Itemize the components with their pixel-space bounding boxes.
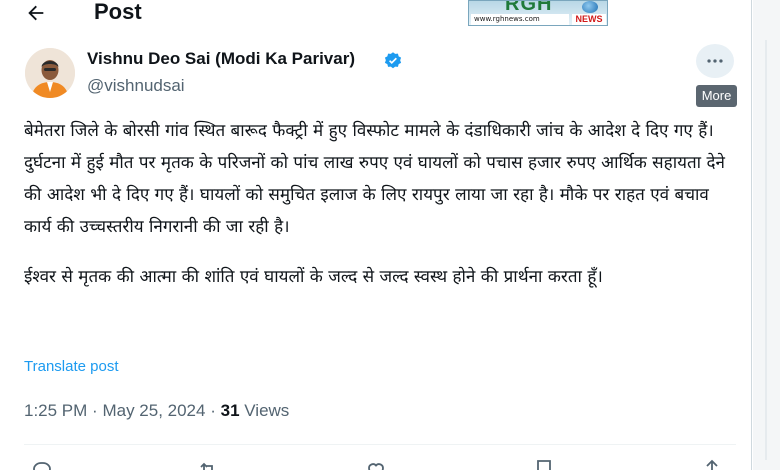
watermark-url: www.rghnews.com	[471, 14, 569, 25]
watermark-news-label: NEWS	[572, 14, 606, 25]
meta-separator: ·	[92, 401, 98, 420]
page-title: Post	[94, 0, 142, 24]
globe-icon	[582, 1, 598, 13]
top-bar: Post	[0, 0, 752, 30]
post-body: बेमेतरा जिले के बोरसी गांव स्थित बारूद फ…	[24, 115, 736, 293]
reply-icon[interactable]	[30, 458, 54, 470]
post-detail-panel: Post RGH www.rghnews.com NEWS Vishnu Deo…	[0, 0, 752, 470]
divider	[24, 444, 736, 445]
author-handle[interactable]: @vishnudsai	[87, 76, 185, 96]
post-time[interactable]: 1:25 PM	[24, 401, 87, 420]
scroll-gutter	[765, 40, 767, 460]
news-watermark: RGH www.rghnews.com NEWS	[468, 0, 608, 26]
post-paragraph-2: ईश्वर से मृतक की आत्मा की शांति एवं घायल…	[24, 267, 603, 287]
share-icon[interactable]	[700, 458, 724, 470]
arrow-left-icon[interactable]	[25, 2, 49, 24]
repost-icon[interactable]	[196, 458, 220, 470]
author-name[interactable]: Vishnu Deo Sai (Modi Ka Parivar)	[87, 49, 355, 69]
views-label: Views	[244, 401, 290, 420]
post-paragraph-1: बेमेतरा जिले के बोरसी गांव स्थित बारूद फ…	[24, 121, 725, 237]
post-meta: 1:25 PM · May 25, 2024 · 31 Views	[24, 401, 289, 421]
verified-badge-icon	[383, 51, 403, 71]
views-count: 31	[220, 401, 240, 420]
more-button[interactable]	[696, 44, 734, 78]
like-icon[interactable]	[364, 458, 388, 470]
side-panel-edge	[753, 0, 780, 470]
more-dots-icon	[707, 59, 723, 63]
bookmark-icon[interactable]	[532, 458, 556, 470]
post-date[interactable]: May 25, 2024	[102, 401, 205, 420]
meta-separator: ·	[210, 401, 216, 420]
translate-post-link[interactable]: Translate post	[24, 358, 119, 375]
avatar[interactable]	[25, 48, 75, 98]
more-tooltip: More	[696, 85, 737, 107]
